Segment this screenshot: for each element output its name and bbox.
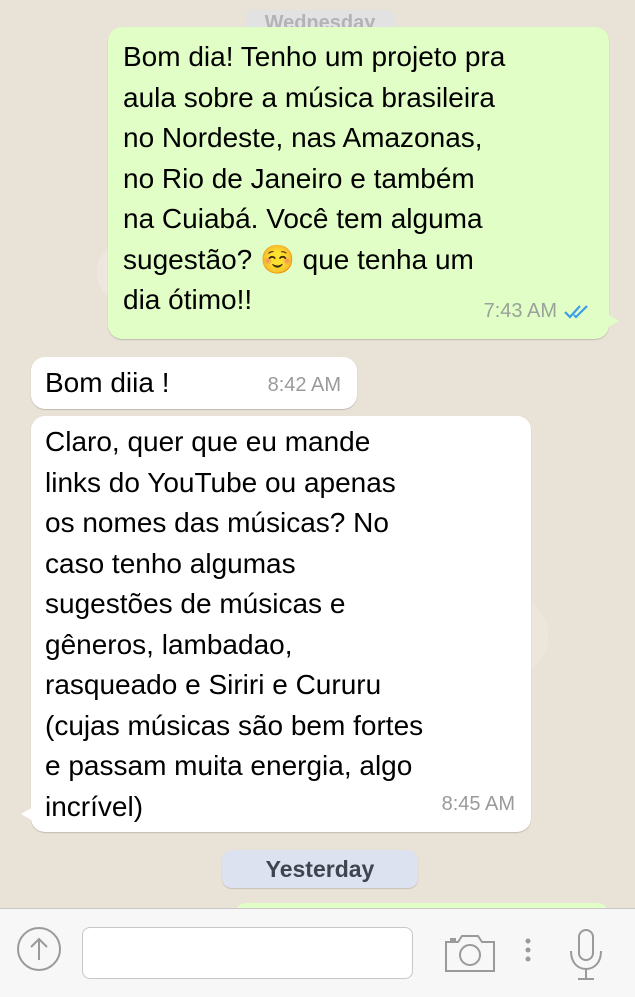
message-bubble-outgoing[interactable]: Bom dia! Tenho um projeto pra aula sobre… [108, 27, 619, 339]
more-options-button[interactable] [518, 933, 538, 977]
message-text: Claro, quer que eu mande links do YouTub… [45, 426, 424, 822]
microphone-icon [570, 929, 602, 980]
message-bubble-incoming[interactable]: Claro, quer que eu mande links do YouTub… [21, 416, 531, 832]
camera-icon [445, 935, 495, 972]
input-bar [0, 908, 635, 997]
bubble-tail [605, 313, 619, 329]
message-text: Bom dia! Tenho um projeto pra aula sobre… [123, 41, 506, 315]
microphone-button[interactable] [566, 927, 606, 983]
upload-arrow-icon [30, 937, 48, 960]
message-bubble-incoming[interactable]: Bom diia ! 8:42 AM [31, 357, 357, 409]
message-input[interactable] [82, 927, 413, 979]
camera-button[interactable] [444, 933, 496, 977]
message-meta: 8:45 AM [442, 784, 515, 825]
chat-area[interactable]: Wednesday Bom dia! Tenho um projeto pra … [0, 0, 635, 908]
message-meta: 7:43 AM [484, 291, 593, 332]
date-separator: Yesterday [222, 850, 418, 888]
message-time: 8:45 AM [441, 792, 515, 815]
message-time: 7:43 AM [483, 299, 557, 322]
message-meta: 8:42 AM [268, 365, 341, 406]
double-check-icon [564, 304, 588, 319]
more-vertical-icon [525, 938, 531, 962]
message-time: 8:42 AM [267, 373, 341, 396]
upload-button[interactable] [17, 927, 61, 971]
bubble-tail [21, 806, 35, 822]
